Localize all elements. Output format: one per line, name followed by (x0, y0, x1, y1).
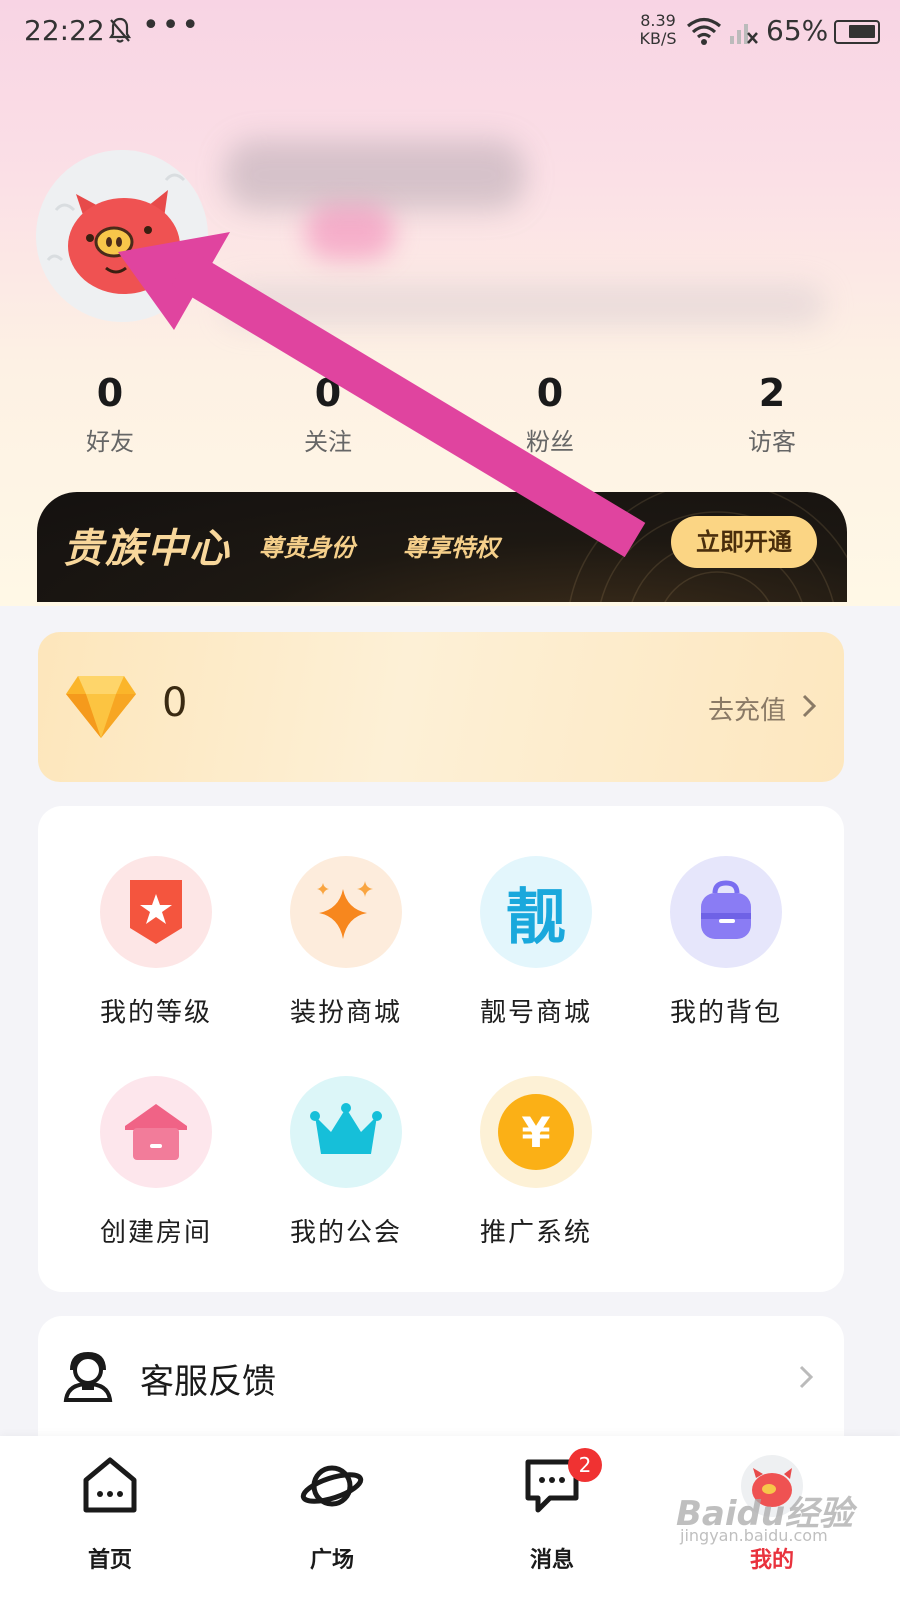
feature-label: 推广系统 (479, 1218, 592, 1248)
level-badge-icon (100, 856, 212, 968)
feature-nice-number-shop[interactable]: 靓 靓号商城 (456, 856, 616, 1056)
feature-label: 装扮商城 (289, 998, 402, 1028)
nav-home[interactable]: 首页 (40, 1454, 180, 1584)
diamond-wallet-card[interactable]: 0 去充值 (38, 632, 844, 782)
unread-badge: 2 (568, 1448, 602, 1482)
diamond-balance: 0 (162, 680, 188, 726)
stat-value: 0 (314, 371, 342, 415)
vip-tag-identity: 尊贵身份 (259, 534, 355, 562)
nav-label: 首页 (87, 1548, 132, 1573)
stat-visitors[interactable]: 2 访客 (712, 370, 832, 457)
nav-messages[interactable]: 2 消息 (482, 1448, 622, 1584)
nav-square[interactable]: 广场 (262, 1454, 402, 1584)
yuan-glyph: ¥ (521, 1107, 551, 1157)
diamond-icon (66, 676, 136, 738)
speed-unit: KB/S (639, 29, 677, 48)
feature-label: 创建房间 (99, 1218, 212, 1248)
stat-label: 粉丝 (526, 428, 574, 456)
wifi-icon (686, 17, 722, 45)
feature-label: 靓号商城 (479, 998, 592, 1028)
recharge-link[interactable]: 去充值 (708, 690, 786, 727)
feature-promotion-system[interactable]: ¥ 推广系统 (456, 1076, 616, 1276)
home-icon (83, 1457, 137, 1513)
feature-my-level[interactable]: 我的等级 (76, 856, 236, 1056)
stat-label: 访客 (748, 428, 796, 456)
status-bar: 22:22 ••• 8.39 KB/S 65% (0, 0, 900, 64)
stat-fans[interactable]: 0 粉丝 (490, 370, 610, 457)
user-id-blurred (225, 285, 825, 325)
feature-label: 我的背包 (669, 998, 782, 1028)
feature-grid: 我的等级 装扮商城 靓 靓号商城 我的背包 创建房间 我的公会 ¥ 推广系统 (38, 806, 844, 1292)
feature-label: 我的等级 (99, 998, 212, 1028)
stat-friends[interactable]: 0 好友 (50, 370, 170, 457)
vip-center-banner[interactable]: 贵族中心 尊贵身份 尊享特权 立即开通 (37, 492, 847, 602)
liang-char-icon: 靓 (480, 856, 592, 968)
stat-following[interactable]: 0 关注 (268, 370, 388, 457)
feature-dress-shop[interactable]: 装扮商城 (266, 856, 426, 1056)
vip-title: 贵族中心 (63, 526, 231, 572)
pig-avatar-icon (36, 150, 208, 322)
backpack-icon (670, 856, 782, 968)
signal-icon (730, 24, 758, 44)
sparkle-star-icon (290, 856, 402, 968)
feature-create-room[interactable]: 创建房间 (76, 1076, 236, 1276)
more-dots-icon: ••• (142, 8, 202, 43)
crown-icon (290, 1076, 402, 1188)
service-label: 客服反馈 (140, 1362, 276, 1402)
speed-value: 8.39 (640, 11, 676, 30)
chevron-right-icon[interactable] (802, 692, 816, 720)
liang-char-glyph: 靓 (506, 882, 566, 953)
planet-icon (300, 1465, 364, 1507)
feature-my-backpack[interactable]: 我的背包 (646, 856, 806, 1056)
battery-percent: 65% (766, 14, 829, 47)
bell-muted-icon (108, 17, 132, 43)
vip-activate-button[interactable]: 立即开通 (671, 516, 817, 568)
avatar[interactable] (36, 150, 208, 322)
battery-icon (834, 20, 880, 44)
nav-label: 我的 (749, 1548, 794, 1573)
feature-label: 我的公会 (289, 1218, 402, 1248)
user-tag-blurred (305, 205, 395, 260)
nav-label: 消息 (529, 1548, 574, 1573)
chevron-right-icon (799, 1365, 814, 1389)
stat-value: 2 (758, 371, 786, 415)
vip-tag-privilege: 尊享特权 (403, 534, 499, 562)
customer-service-row[interactable]: 客服反馈 (38, 1316, 844, 1456)
network-speed: 8.39 KB/S (636, 12, 680, 48)
house-icon (100, 1076, 212, 1188)
stat-value: 0 (96, 371, 124, 415)
feature-my-guild[interactable]: 我的公会 (266, 1076, 426, 1276)
stat-label: 好友 (86, 428, 134, 456)
watermark-url: jingyan.baidu.com (680, 1526, 828, 1545)
status-time: 22:22 (24, 14, 105, 47)
stat-value: 0 (536, 371, 564, 415)
headset-icon (63, 1351, 113, 1402)
stat-label: 关注 (304, 428, 352, 456)
username-blurred (225, 140, 525, 210)
yuan-coin-icon: ¥ (480, 1076, 592, 1188)
nav-label: 广场 (309, 1548, 354, 1573)
